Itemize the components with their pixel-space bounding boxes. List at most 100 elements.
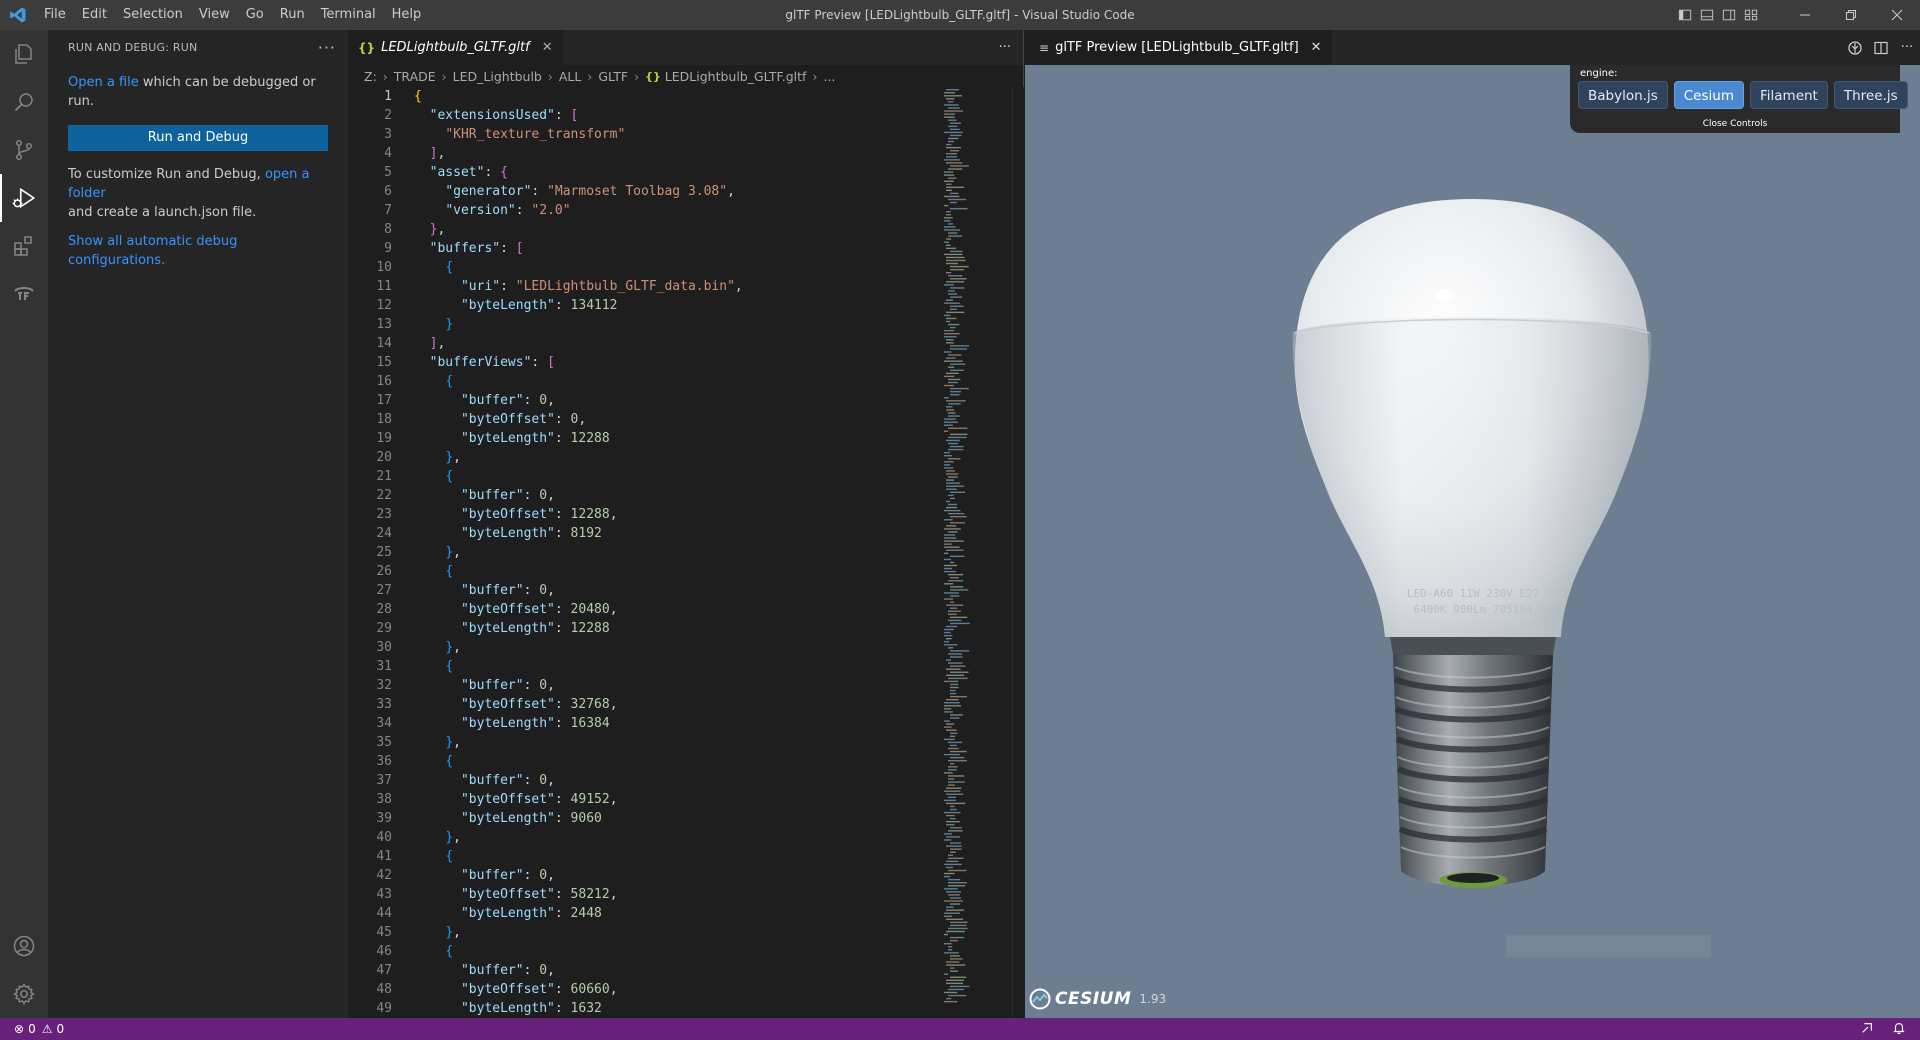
close-preview-tab-icon[interactable]: ✕: [1311, 40, 1322, 55]
preview-more-actions-icon[interactable]: ···: [1894, 30, 1920, 65]
engine-babylonjs-button[interactable]: Babylon.js: [1578, 81, 1668, 109]
explorer-icon[interactable]: [0, 30, 48, 78]
line-number[interactable]: 45: [348, 923, 392, 942]
line-number[interactable]: 31: [348, 657, 392, 676]
line-number[interactable]: 37: [348, 771, 392, 790]
line-number[interactable]: 2: [348, 106, 392, 125]
line-number[interactable]: 20: [348, 448, 392, 467]
engine-cesium-button[interactable]: Cesium: [1673, 81, 1744, 109]
breadcrumb-item[interactable]: ...: [823, 69, 835, 84]
line-number[interactable]: 22: [348, 486, 392, 505]
engine-filament-button[interactable]: Filament: [1749, 81, 1828, 109]
line-number[interactable]: 39: [348, 809, 392, 828]
line-number[interactable]: 35: [348, 733, 392, 752]
line-number[interactable]: 26: [348, 562, 392, 581]
line-number[interactable]: 29: [348, 619, 392, 638]
close-tab-icon[interactable]: ✕: [542, 40, 553, 55]
breadcrumb-item[interactable]: GLTF: [598, 69, 628, 84]
toggle-secondary-sidebar-icon[interactable]: [1718, 0, 1740, 30]
minimize-icon[interactable]: [1782, 0, 1828, 30]
line-number[interactable]: 14: [348, 334, 392, 353]
settings-gear-icon[interactable]: [0, 970, 48, 1018]
vscode-logo-icon[interactable]: [0, 0, 36, 30]
line-number[interactable]: 23: [348, 505, 392, 524]
toggle-panel-icon[interactable]: [1696, 0, 1718, 30]
extensions-icon[interactable]: [0, 222, 48, 270]
menu-go[interactable]: Go: [238, 0, 272, 30]
breadcrumb-item[interactable]: LED_Lightbulb: [453, 69, 542, 84]
menu-run[interactable]: Run: [272, 0, 313, 30]
show-all-debug-configs-link[interactable]: Show all automatic debug configurations.: [68, 234, 237, 268]
cesium-logo[interactable]: CESIUM 1.93: [1029, 988, 1166, 1010]
line-number[interactable]: 16: [348, 372, 392, 391]
source-control-icon[interactable]: [0, 126, 48, 174]
line-number[interactable]: 41: [348, 847, 392, 866]
menu-file[interactable]: File: [36, 0, 74, 30]
engine-threejs-button[interactable]: Three.js: [1833, 81, 1908, 109]
line-number[interactable]: 34: [348, 714, 392, 733]
notifications-bell-icon[interactable]: [1892, 1021, 1906, 1038]
menu-view[interactable]: View: [191, 0, 238, 30]
more-actions-icon[interactable]: ···: [318, 38, 336, 57]
line-number[interactable]: 19: [348, 429, 392, 448]
toggle-primary-sidebar-icon[interactable]: [1674, 0, 1696, 30]
breadcrumb-item[interactable]: TRADE: [394, 69, 436, 84]
line-number[interactable]: 10: [348, 258, 392, 277]
line-number[interactable]: 17: [348, 391, 392, 410]
line-number[interactable]: 1: [348, 87, 392, 106]
line-number[interactable]: 44: [348, 904, 392, 923]
customize-layout-icon[interactable]: [1740, 0, 1762, 30]
gltf-icon[interactable]: [0, 270, 48, 318]
line-number[interactable]: 42: [348, 866, 392, 885]
accounts-icon[interactable]: [0, 922, 48, 970]
line-number[interactable]: 28: [348, 600, 392, 619]
line-number[interactable]: 13: [348, 315, 392, 334]
breadcrumb-item[interactable]: LEDLightbulb_GLTF.gltf: [665, 69, 807, 84]
line-number[interactable]: 30: [348, 638, 392, 657]
gltf-debug-icon[interactable]: [1842, 30, 1868, 65]
line-number[interactable]: 8: [348, 220, 392, 239]
line-number[interactable]: 11: [348, 277, 392, 296]
line-number[interactable]: 6: [348, 182, 392, 201]
line-number[interactable]: 46: [348, 942, 392, 961]
line-number[interactable]: 47: [348, 961, 392, 980]
close-controls-button[interactable]: Close Controls: [1570, 119, 1900, 129]
line-number[interactable]: 25: [348, 543, 392, 562]
line-number[interactable]: 32: [348, 676, 392, 695]
run-and-debug-button[interactable]: Run and Debug: [68, 125, 328, 151]
line-number[interactable]: 18: [348, 410, 392, 429]
problems-indicator[interactable]: ⊗ 0 ⚠ 0: [0, 1022, 64, 1036]
code-editor[interactable]: 1{2 "extensionsUsed": [3 "KHR_texture_tr…: [348, 87, 948, 1018]
breadcrumb-item[interactable]: ALL: [559, 69, 581, 84]
line-number[interactable]: 3: [348, 125, 392, 144]
open-file-link[interactable]: Open a file: [68, 75, 139, 90]
tab-gltf-file[interactable]: {} LEDLightbulb_GLTF.gltf ✕: [348, 30, 563, 65]
restore-icon[interactable]: [1828, 0, 1874, 30]
minimap[interactable]: [942, 87, 1012, 1018]
line-number[interactable]: 4: [348, 144, 392, 163]
menu-terminal[interactable]: Terminal: [313, 0, 384, 30]
line-number[interactable]: 15: [348, 353, 392, 372]
line-number[interactable]: 5: [348, 163, 392, 182]
split-editor-icon[interactable]: [1868, 30, 1894, 65]
tab-gltf-preview[interactable]: ≡ glTF Preview [LEDLightbulb_GLTF.gltf] …: [1025, 30, 1332, 65]
line-number[interactable]: 48: [348, 980, 392, 999]
editor-more-actions-icon[interactable]: ···: [999, 30, 1011, 65]
menu-selection[interactable]: Selection: [115, 0, 191, 30]
line-number[interactable]: 36: [348, 752, 392, 771]
line-number[interactable]: 43: [348, 885, 392, 904]
breadcrumb-item[interactable]: Z:: [364, 69, 377, 84]
line-number[interactable]: 27: [348, 581, 392, 600]
line-number[interactable]: 33: [348, 695, 392, 714]
editor-scrollbar[interactable]: [1012, 87, 1024, 1018]
live-share-icon[interactable]: [1860, 1021, 1874, 1038]
gltf-3d-viewport[interactable]: LED-A60 11W 230V E27 6400K 900Lm 705104: [1025, 65, 1920, 1018]
line-number[interactable]: 9: [348, 239, 392, 258]
line-number[interactable]: 49: [348, 999, 392, 1018]
line-number[interactable]: 24: [348, 524, 392, 543]
line-number[interactable]: 7: [348, 201, 392, 220]
line-number[interactable]: 21: [348, 467, 392, 486]
line-number[interactable]: 12: [348, 296, 392, 315]
search-icon[interactable]: [0, 78, 48, 126]
menu-help[interactable]: Help: [384, 0, 430, 30]
